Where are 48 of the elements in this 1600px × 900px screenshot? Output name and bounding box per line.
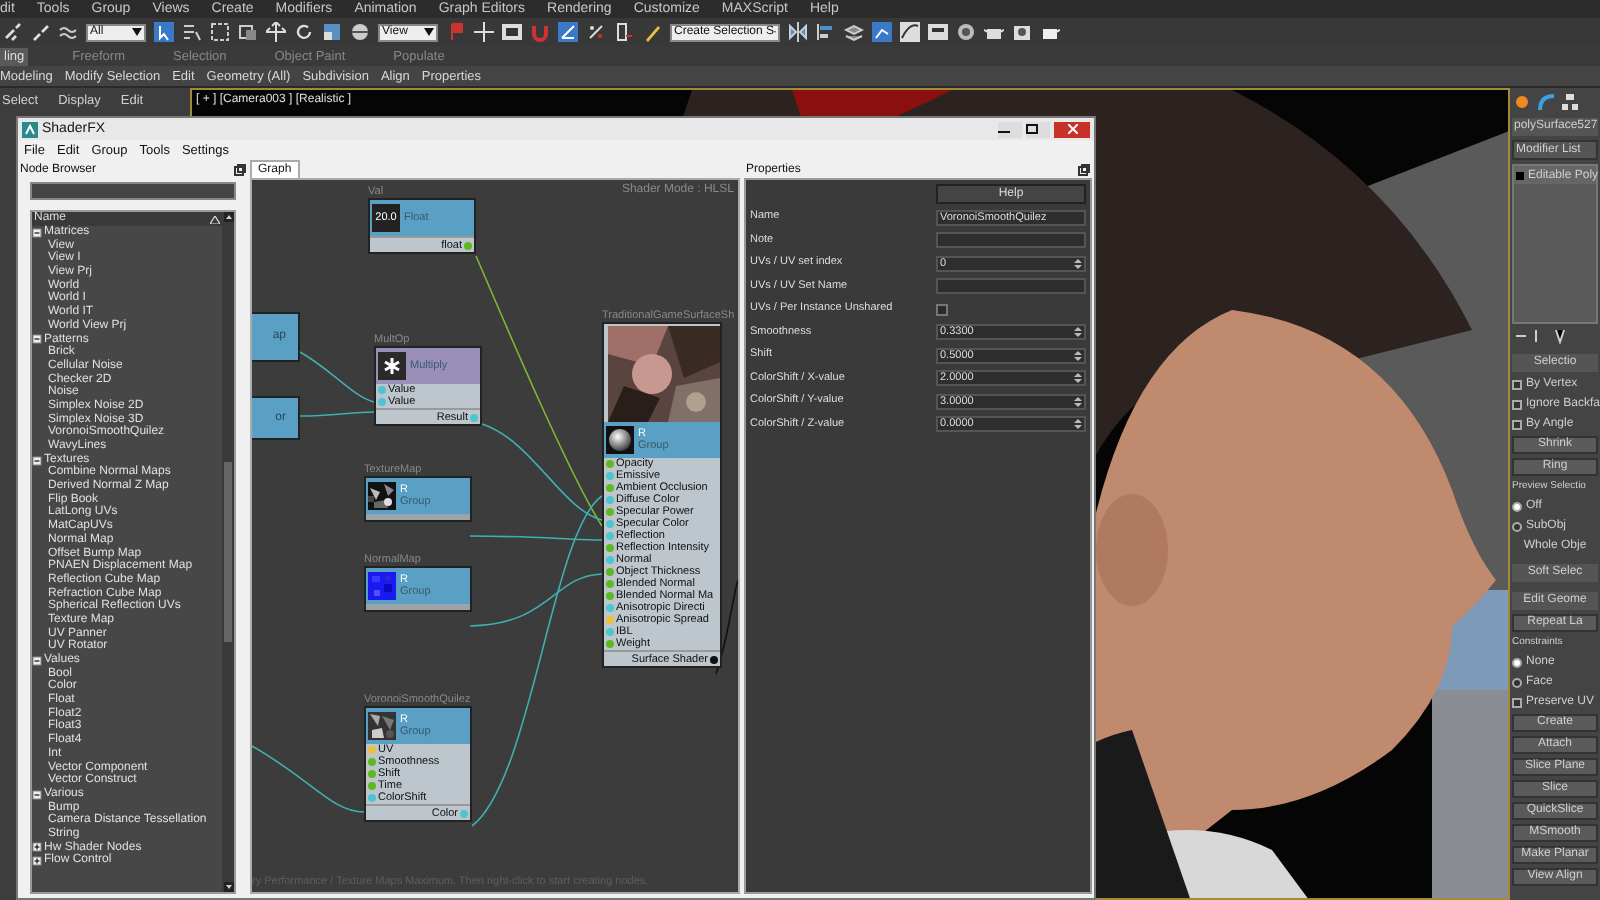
hierarchy-icon[interactable] [1560,92,1580,112]
collapse-icon[interactable] [32,334,42,345]
mirror-icon[interactable] [788,22,808,42]
align-icon[interactable] [816,22,836,42]
caret-icon[interactable] [132,28,142,36]
expand-icon[interactable] [32,856,42,867]
checkbox[interactable] [1512,399,1522,409]
globe-icon[interactable] [350,22,370,42]
curve-icon[interactable] [900,22,920,42]
wave-icon[interactable] [58,22,78,42]
unlink-icon[interactable] [30,22,50,42]
crosshair-icon[interactable] [474,22,494,42]
radio-button[interactable] [1512,677,1522,687]
create-icon[interactable] [1512,92,1532,112]
pencil-icon[interactable] [642,22,662,42]
rotate-icon[interactable] [294,22,314,42]
percent-icon[interactable] [586,22,606,42]
link-icon[interactable] [2,22,22,42]
modify-icon[interactable] [1536,92,1556,112]
collapse-icon[interactable] [32,227,42,238]
rectangle-icon[interactable] [210,22,230,42]
expand-icon[interactable] [32,842,42,853]
app-icon[interactable] [22,121,38,137]
caret-icon[interactable] [424,28,434,36]
select-name-icon[interactable] [182,22,202,42]
toggle-icon[interactable] [1516,171,1524,179]
checkbox[interactable] [1512,697,1522,707]
render-icon[interactable] [1012,22,1032,42]
checkbox[interactable] [1512,419,1522,429]
collapse-icon[interactable] [32,655,42,666]
radio-button[interactable] [1512,501,1522,511]
window-icon[interactable] [238,22,258,42]
move-icon[interactable] [266,22,286,42]
graph-icon[interactable] [872,22,892,42]
schematic-icon[interactable] [928,22,948,42]
screen-icon[interactable] [502,22,522,42]
search-field[interactable] [30,182,236,200]
radio-button[interactable] [1512,657,1522,667]
collapse-icon[interactable] [32,455,42,466]
checkbox[interactable] [1512,379,1522,389]
spinner-snap-icon[interactable] [614,22,634,42]
render-setup-icon[interactable] [956,22,976,42]
radio-button[interactable] [1512,521,1522,531]
layers-icon[interactable] [844,22,864,42]
pointer-icon[interactable] [154,22,174,42]
scale-icon[interactable] [322,22,342,42]
collapse-icon[interactable] [32,789,42,800]
angle-snap-icon[interactable] [558,22,578,42]
